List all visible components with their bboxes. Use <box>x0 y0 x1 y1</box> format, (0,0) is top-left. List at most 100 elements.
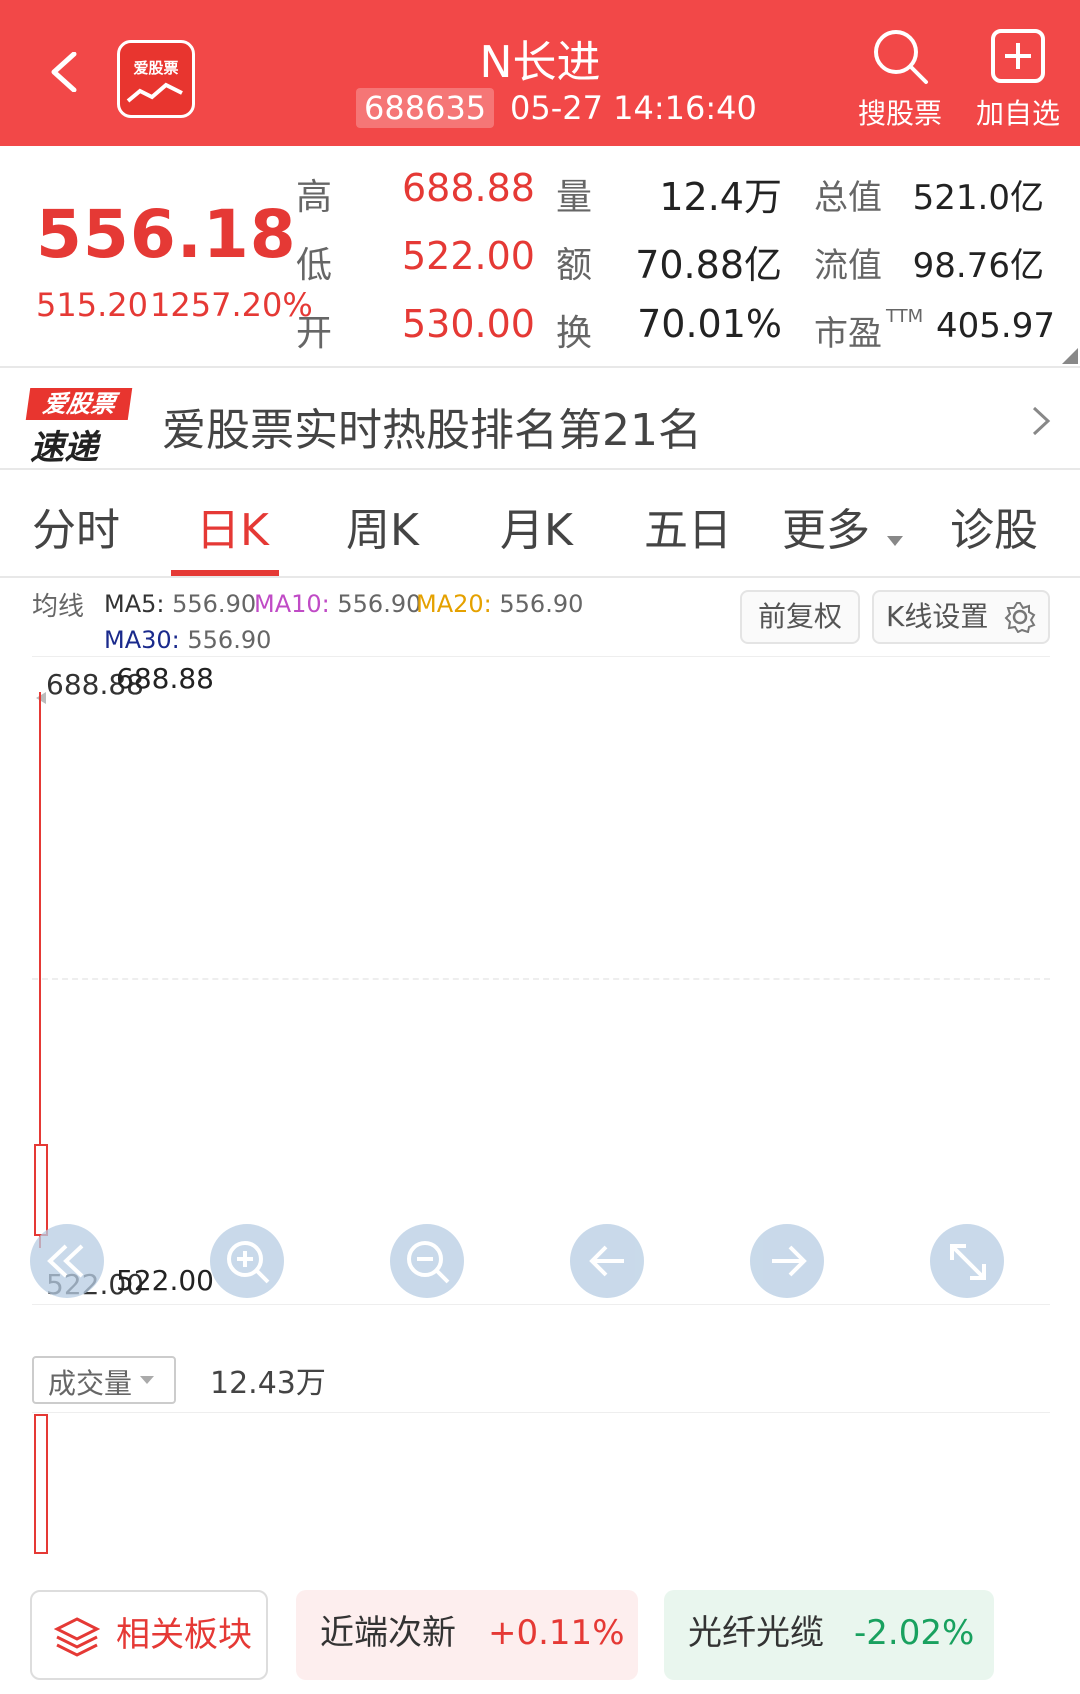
tab-more[interactable]: 更多 <box>782 494 905 556</box>
quote-time: 05-27 14:16:40 <box>510 89 757 127</box>
low-value: 522.00 <box>402 234 535 278</box>
scroll-left-button[interactable] <box>570 1224 644 1298</box>
scroll-right-button[interactable] <box>750 1224 824 1298</box>
add-watchlist-label: 加自选 <box>975 97 1060 130</box>
ma10-indicator: MA10: 556.90 <box>254 590 421 618</box>
volume-selector[interactable]: 成交量 <box>32 1356 176 1404</box>
banner-logo-bottom: 速递 <box>30 428 98 468</box>
sector-chip-1[interactable]: 近端次新 +0.11% <box>296 1590 638 1680</box>
amount-label: 额 <box>556 245 593 286</box>
market-cap-value: 521.0亿 <box>912 178 1044 218</box>
expand-icon <box>950 1244 986 1280</box>
stock-code: 688635 <box>356 88 495 128</box>
divider <box>0 468 1080 470</box>
zoom-out-button[interactable] <box>390 1224 464 1298</box>
axis-min-label: 522.00 <box>116 1264 214 1297</box>
low-label: 低 <box>296 245 333 286</box>
ma20-value: 556.90 <box>499 590 584 618</box>
tab-more-label: 更多 <box>782 505 870 556</box>
high-value: 688.88 <box>402 166 535 210</box>
divider <box>0 576 1080 578</box>
ma5-indicator: MA5: 556.90 <box>104 590 256 618</box>
open-value: 530.00 <box>402 302 535 346</box>
sector-chip-2[interactable]: 光纤光缆 -2.02% <box>664 1590 994 1680</box>
sector-2-change: -2.02% <box>854 1613 975 1653</box>
tab-monthly-k[interactable]: 月K <box>500 494 573 558</box>
caret-down-icon <box>887 535 904 546</box>
tab-daily-k[interactable]: 日K <box>196 494 269 558</box>
arrow-right-icon <box>772 1245 807 1277</box>
float-cap-label: 流值 <box>814 246 882 286</box>
axis-max-label: 688.88 <box>116 662 214 695</box>
kline-settings-button[interactable]: K线设置 <box>872 590 1050 644</box>
add-icon <box>991 29 1045 83</box>
banner-text: 爱股票实时热股排名第21名 <box>162 405 702 456</box>
pe-ttm-sup: TTM <box>886 306 924 327</box>
pe-value: 405.97 <box>936 306 1055 346</box>
app-logo: 爱股票 <box>117 40 195 118</box>
ma5-label: MA5: <box>104 590 165 618</box>
ma-label: 均线 <box>32 592 85 622</box>
candle-body <box>34 1144 48 1236</box>
app-header: 爱股票 N长进 688635 05-27 14:16:40 搜股票 加自选 <box>0 0 1080 146</box>
gear-icon <box>1004 602 1036 633</box>
caret-down-icon <box>140 1376 154 1384</box>
kline-settings-label: K线设置 <box>886 600 989 633</box>
amount-value: 70.88亿 <box>635 243 782 287</box>
add-watchlist-button[interactable]: 加自选 <box>968 26 1068 136</box>
float-cap-value: 98.76亿 <box>912 246 1044 286</box>
volume-value: 12.43万 <box>210 1366 326 1401</box>
rewind-icon <box>47 1244 84 1278</box>
fullscreen-button[interactable] <box>930 1224 1004 1298</box>
ma30-indicator: MA30: 556.90 <box>104 626 271 654</box>
price-change-pct: 1257.20% <box>150 286 313 324</box>
volume-bar <box>34 1414 48 1554</box>
kline-chart[interactable]: 688.88 688.88 522.00 522.00 <box>0 656 1080 1306</box>
back-icon[interactable] <box>46 52 86 92</box>
market-cap-label: 总值 <box>814 178 882 218</box>
expand-corner-icon[interactable] <box>1062 348 1078 364</box>
search-button[interactable]: 搜股票 <box>852 26 948 136</box>
tab-diagnose[interactable]: 诊股 <box>950 494 1038 558</box>
ma20-indicator: MA20: 556.90 <box>416 590 583 618</box>
rewind-button[interactable] <box>30 1224 104 1298</box>
high-label: 高 <box>296 177 333 218</box>
zoom-out-icon <box>407 1241 450 1284</box>
ma10-label: MA10: <box>254 590 330 618</box>
ma30-value: 556.90 <box>187 626 272 654</box>
current-price: 556.18 <box>36 196 297 273</box>
search-label: 搜股票 <box>857 97 942 130</box>
volume-top-border <box>32 1412 1050 1413</box>
volume-selector-label: 成交量 <box>48 1367 133 1400</box>
sector-1-change: +0.11% <box>488 1613 625 1653</box>
ma20-label: MA20: <box>416 590 492 618</box>
ma10-value: 556.90 <box>337 590 422 618</box>
volume-value: 12.4万 <box>659 175 782 219</box>
hot-rank-banner[interactable]: 爱股票 速递 爱股票实时热股排名第21名 <box>0 368 1080 468</box>
banner-logo-top: 爱股票 <box>25 388 133 420</box>
tab-five-day[interactable]: 五日 <box>644 494 732 558</box>
tab-weekly-k[interactable]: 周K <box>346 494 419 558</box>
sector-1-name: 近端次新 <box>320 1613 456 1653</box>
high-marker-arrow <box>36 692 46 704</box>
ma5-value: 556.90 <box>172 590 257 618</box>
layers-icon <box>54 1617 100 1657</box>
sector-2-name: 光纤光缆 <box>688 1613 824 1653</box>
search-icon <box>874 30 928 84</box>
chevron-right-icon <box>1032 406 1051 436</box>
chart-mid-gridline <box>32 978 1050 980</box>
turnover-label: 换 <box>556 313 593 354</box>
tab-timeshare[interactable]: 分时 <box>32 494 120 558</box>
adjust-button[interactable]: 前复权 <box>740 590 860 644</box>
chart-bottom-border <box>32 1304 1050 1305</box>
related-sectors-label: 相关板块 <box>116 1615 252 1655</box>
pe-label: 市盈 <box>814 314 882 354</box>
stock-name: N长进 <box>479 37 601 88</box>
zoom-in-button[interactable] <box>210 1224 284 1298</box>
ma30-label: MA30: <box>104 626 180 654</box>
related-sectors-button[interactable]: 相关板块 <box>30 1590 268 1680</box>
arrow-left-icon <box>589 1245 624 1277</box>
app-logo-text: 爱股票 <box>133 59 179 77</box>
open-label: 开 <box>296 313 333 354</box>
turnover-value: 70.01% <box>637 302 782 346</box>
